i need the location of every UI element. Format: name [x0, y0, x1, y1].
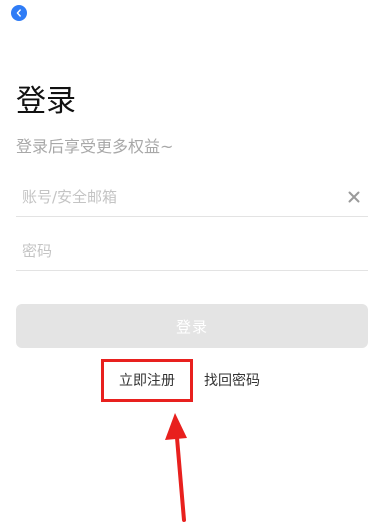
password-field: [16, 231, 368, 271]
chevron-left-icon: [16, 9, 21, 17]
page-subtitle: 登录后享受更多权益~: [16, 137, 174, 156]
account-input[interactable]: [16, 177, 368, 216]
page-title: 登录: [16, 84, 76, 119]
forgot-password-link[interactable]: 找回密码: [204, 371, 260, 391]
password-input[interactable]: [16, 231, 368, 270]
login-button[interactable]: 登录: [16, 304, 368, 348]
register-link[interactable]: 立即注册: [119, 371, 175, 391]
account-field: [16, 177, 368, 217]
back-button[interactable]: [11, 5, 27, 21]
close-icon[interactable]: [344, 187, 364, 207]
